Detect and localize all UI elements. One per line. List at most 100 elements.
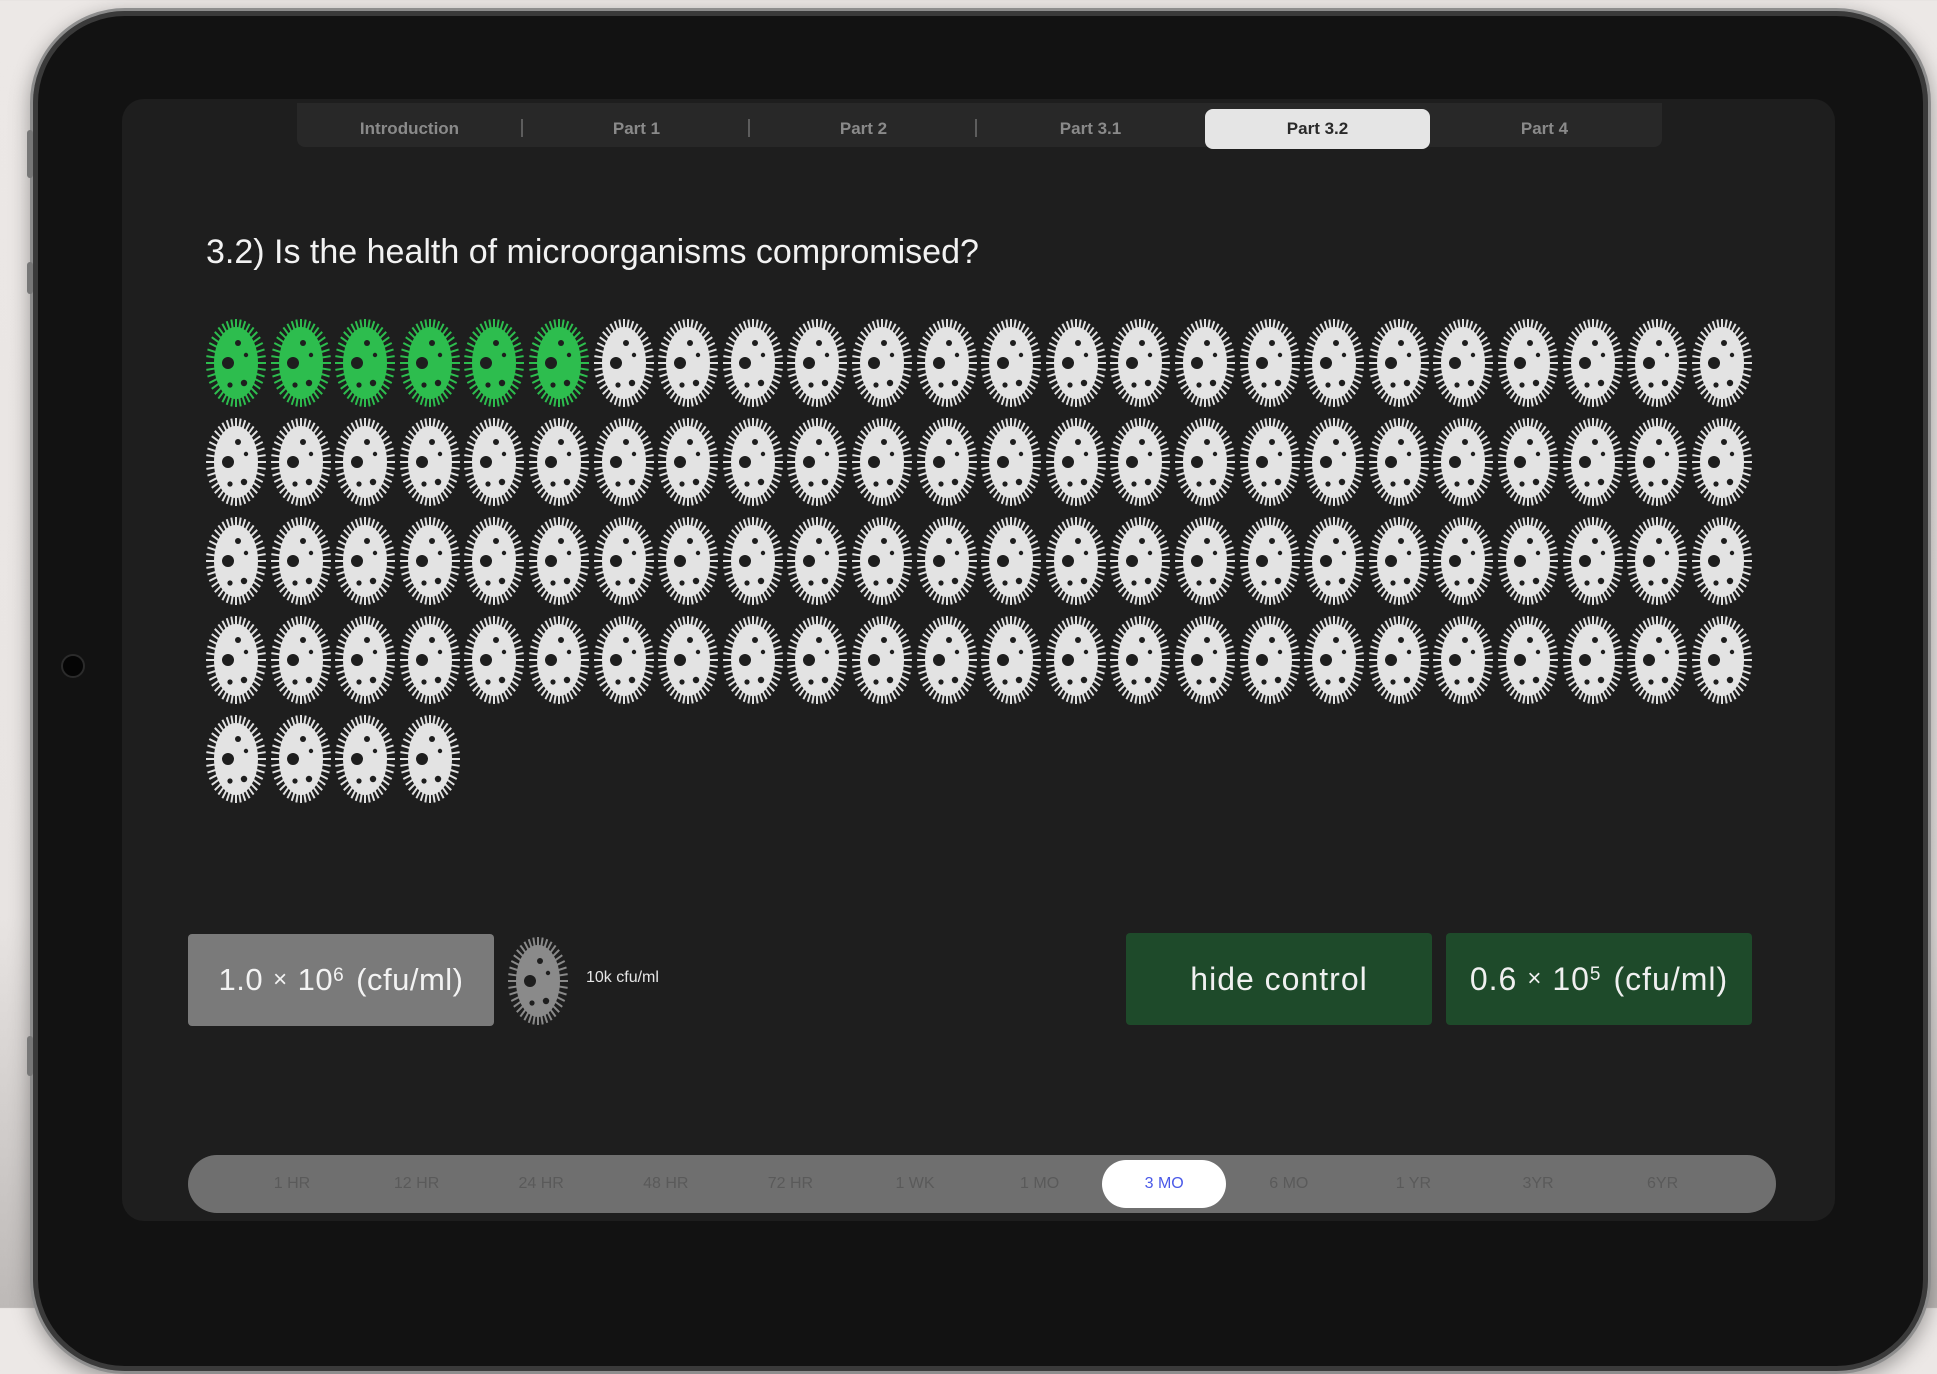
microbe-icon [335,418,396,506]
tab-divider [521,119,523,137]
microbe-icon [1498,319,1558,407]
microbe-icon [206,418,266,506]
microbe-icon [1304,616,1365,704]
control-exponent: 6 [333,965,345,986]
microbe-icon [335,715,396,803]
microbe-icon [722,319,783,407]
timeline-item-1-wk[interactable]: 1 WK [853,1160,977,1208]
tab-divider [748,119,750,137]
timeline-item-1-hr[interactable]: 1 HR [230,1160,354,1208]
microbe-icon [529,616,589,704]
microbe-icon [335,517,396,605]
microbe-icon [399,319,460,407]
microbe-icon [916,517,977,605]
treated-count-display: 0.6 × 10 5 (cfu/ml) [1446,933,1752,1025]
times-sign: × [1527,965,1543,992]
microbe-icon [852,517,912,605]
microbe-icon [1045,418,1106,506]
tab-divider [975,119,977,137]
microbe-icon [852,319,912,407]
timeline-item-6-mo[interactable]: 6 MO [1227,1160,1351,1208]
microbe-icon [1304,319,1365,407]
microbe-icon [1433,517,1494,605]
timeline-item-6yr[interactable]: 6YR [1601,1160,1725,1208]
microbe-icon [1239,616,1300,704]
app-screen: Introduction Part 1 Part 2 Part 3.1 Part… [122,99,1835,1221]
timeline-item-3-mo[interactable]: 3 MO [1102,1160,1227,1208]
microbe-icon [270,715,331,803]
microbe-icon [593,517,654,605]
microbe-icon [399,715,460,803]
treated-mantissa: 0.6 [1469,960,1518,997]
microbe-icon [1045,517,1106,605]
microbe-icon [593,319,654,407]
tab-part-2[interactable]: Part 2 [751,109,976,149]
microbe-icon [1368,319,1429,407]
microbe-icon [1498,418,1558,506]
microbe-icon [1239,319,1300,407]
timeline-item-48-hr[interactable]: 48 HR [604,1160,728,1208]
tab-part-3-1[interactable]: Part 3.1 [978,109,1203,149]
microbe-icon [270,418,331,506]
camera-icon [61,654,85,678]
microbe-icon [1239,517,1300,605]
timeline-slider[interactable]: 1 HR 12 HR 24 HR 48 HR 72 HR 1 WK 1 MO 3 MO 6 MO… [188,1155,1776,1213]
microbe-icon [1304,418,1365,506]
microbe-icon [1175,418,1235,506]
microbe-icon [270,616,331,704]
microbe-icon [1627,418,1688,506]
microbe-icon [1498,616,1558,704]
microbe-icon [787,319,848,407]
microbe-icon [1368,616,1429,704]
treated-unit: (cfu/ml) [1613,960,1729,997]
microbe-icon [464,517,525,605]
control-unit: (cfu/ml) [356,962,464,997]
microbe-icon [270,319,331,407]
microbe-icon [916,616,977,704]
microbe-icon [529,319,589,407]
tab-bar: Introduction Part 1 Part 2 Part 3.1 Part… [297,103,1662,149]
microbe-icon [508,937,568,1025]
timeline-item-1-mo[interactable]: 1 MO [978,1160,1102,1208]
microbe-icon [722,616,783,704]
treated-exponent: 5 [1589,964,1602,985]
control-count-display: 1.0 × 10 6 (cfu/ml) [188,934,494,1026]
microbe-icon [787,616,848,704]
tab-introduction[interactable]: Introduction [297,109,522,149]
hide-control-button[interactable]: hide control [1126,933,1432,1025]
timeline-item-72-hr[interactable]: 72 HR [728,1160,852,1208]
microbe-icon [787,418,848,506]
microbe-icon [593,616,654,704]
microbe-icon [1627,319,1688,407]
microbe-icon [1498,517,1558,605]
microbe-icon [335,616,396,704]
microbe-icon [1433,319,1494,407]
microbe-icon [1562,616,1623,704]
timeline-item-24-hr[interactable]: 24 HR [479,1160,603,1208]
microbe-icon [399,616,460,704]
microbe-icon [1110,517,1171,605]
microbe-icon [1562,517,1623,605]
microbe-icon [852,616,912,704]
microbe-icon [658,418,719,506]
microbe-icon [335,319,396,407]
microbe-icon [1110,418,1171,506]
timeline-item-12-hr[interactable]: 12 HR [355,1160,479,1208]
microbe-icon [1368,418,1429,506]
microbe-icon [787,517,848,605]
microbe-icon [1110,616,1171,704]
microbe-icon [1562,319,1623,407]
tab-part-3-2[interactable]: Part 3.2 [1205,109,1430,149]
microbe-icon [464,418,525,506]
timeline-item-1-yr[interactable]: 1 YR [1351,1160,1475,1208]
microbe-icon [270,517,331,605]
tab-part-1[interactable]: Part 1 [524,109,749,149]
timeline-item-3yr[interactable]: 3YR [1476,1160,1600,1208]
microbe-icon [529,418,589,506]
microbe-icon [1691,418,1752,506]
microbe-icon [981,418,1042,506]
control-mantissa: 1.0 [218,962,264,997]
tab-part-4[interactable]: Part 4 [1432,109,1657,149]
microbe-icon [206,715,266,803]
microbe-icon [464,319,525,407]
